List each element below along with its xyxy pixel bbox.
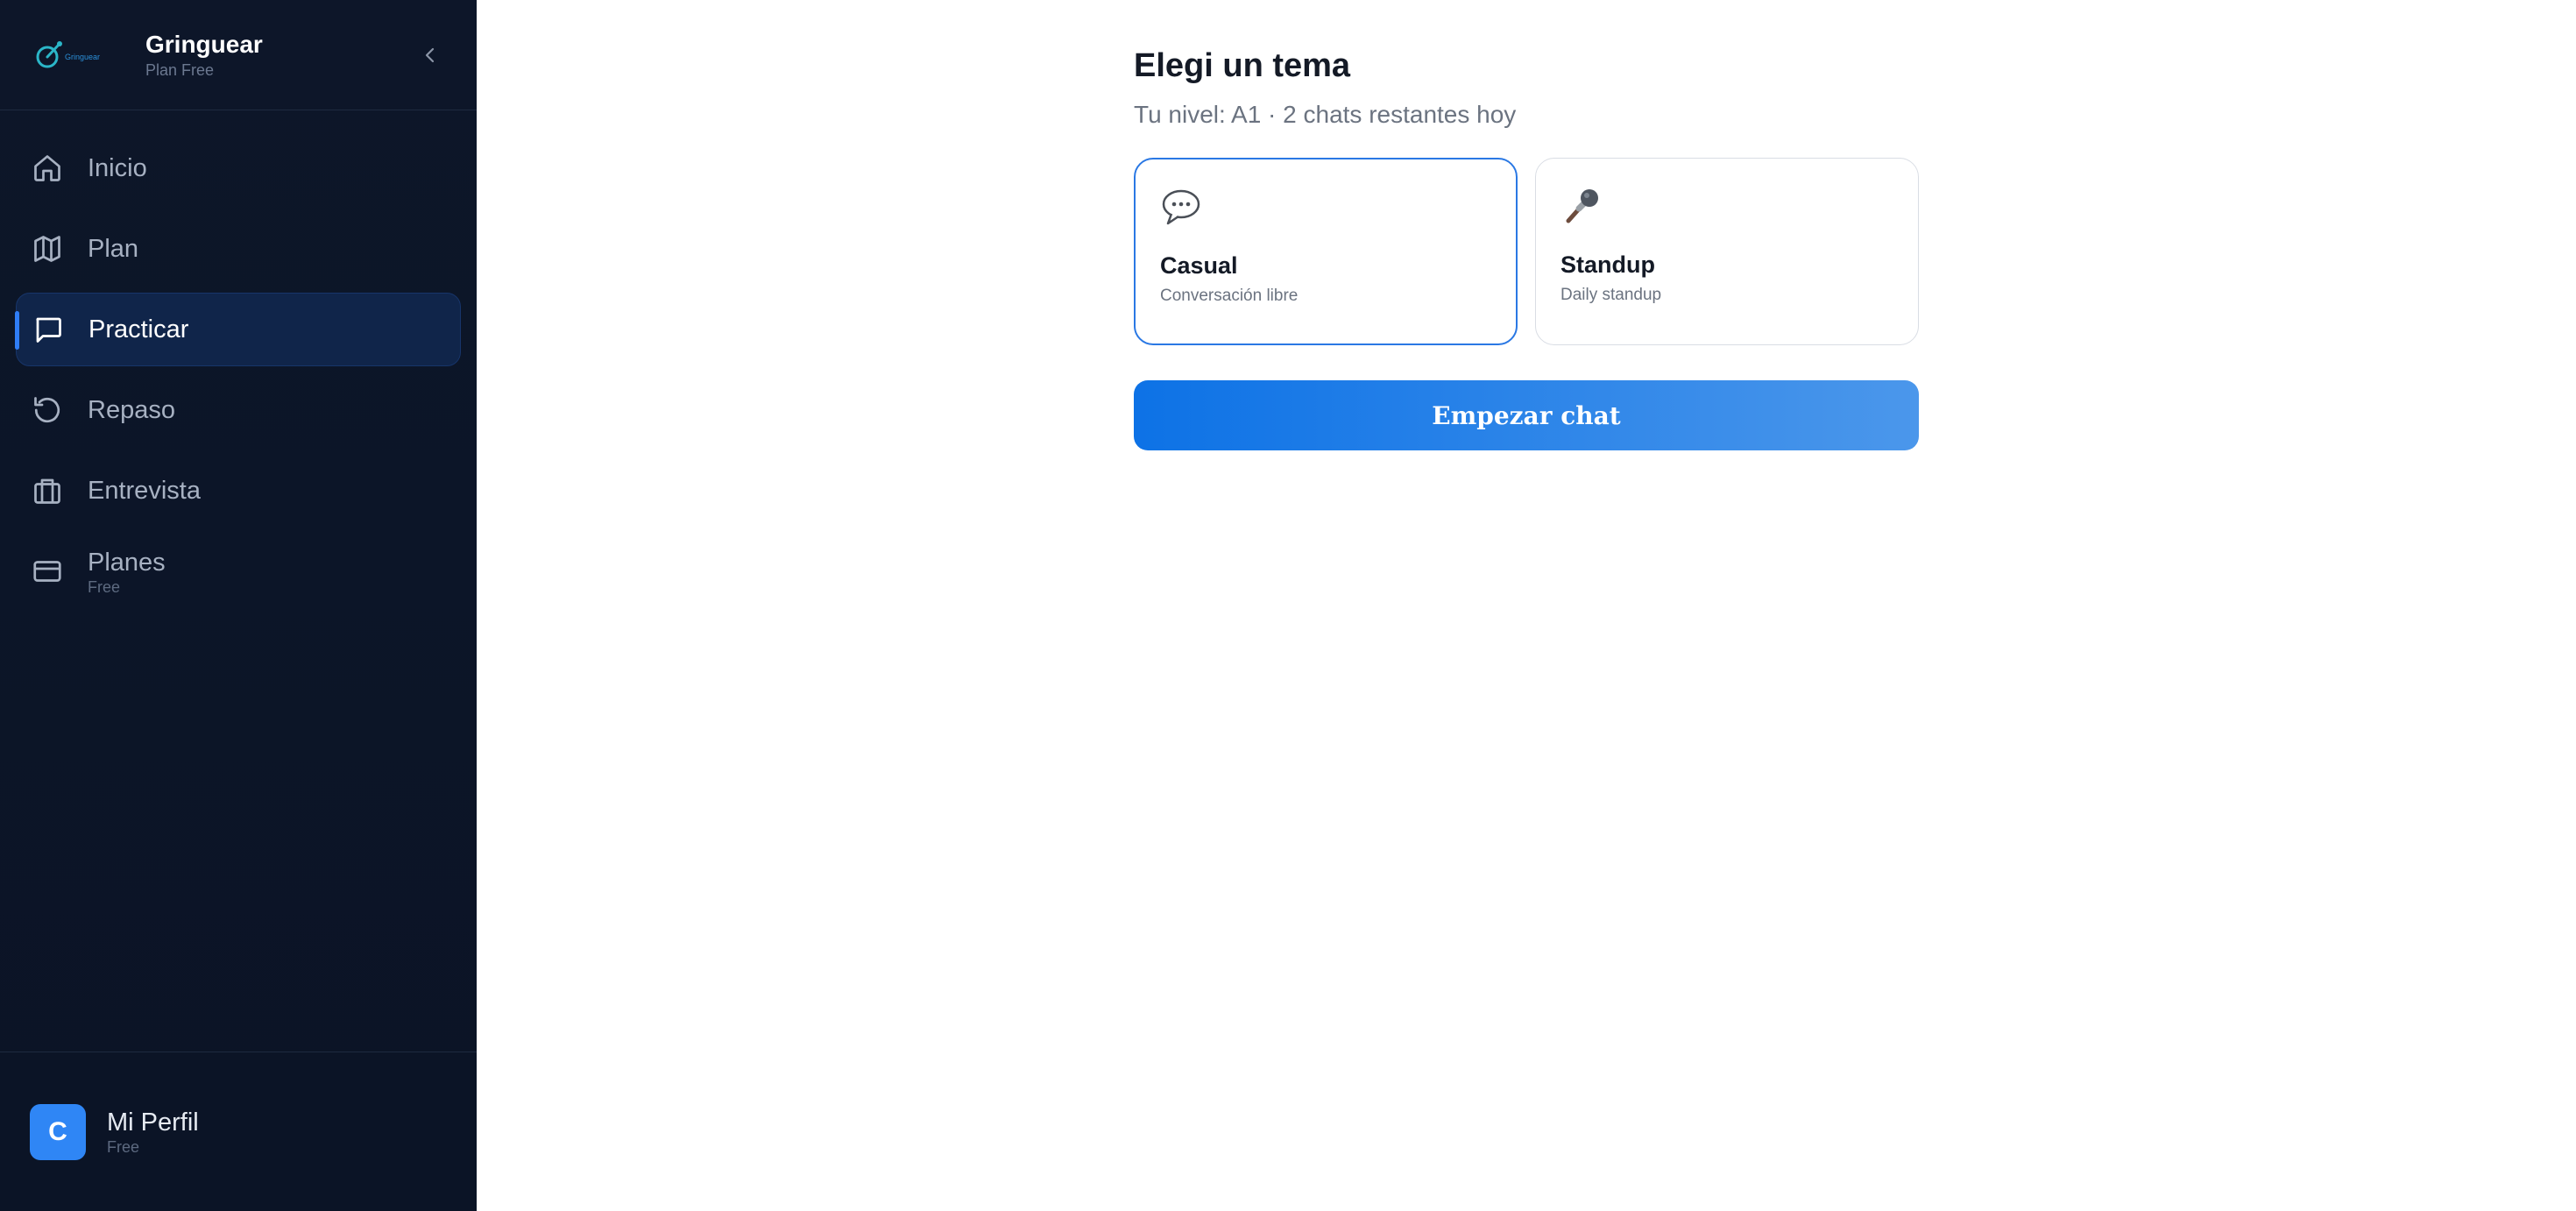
home-icon (30, 151, 65, 186)
page-title: Elegi un tema (1134, 47, 1351, 84)
topic-picker: Elegi un tema Tu nivel: A1 · 2 chats res… (1134, 44, 1919, 450)
chat-icon (31, 312, 66, 347)
page-subtitle: Tu nivel: A1 · 2 chats restantes hoy (1134, 101, 1517, 128)
sidebar-item-planes[interactable]: Planes Free (16, 535, 461, 608)
profile-name: Mi Perfil (107, 1108, 199, 1137)
topic-cards: Casual Conversación libre Standup Daily … (1134, 158, 1919, 345)
sidebar-item-entrevista[interactable]: Entrevista (16, 454, 461, 528)
history-icon (30, 393, 65, 428)
brand-plan: Plan Free (145, 60, 215, 79)
main-content: Elegi un tema Tu nivel: A1 · 2 chats res… (477, 0, 2576, 1211)
microphone-icon (1560, 185, 1603, 227)
sidebar-item-label: Planes (88, 549, 166, 577)
brand-name: Gringuear (145, 30, 263, 58)
topic-title: Casual (1160, 252, 1238, 279)
sidebar-item-label: Repaso (88, 396, 175, 424)
sidebar-item-plan[interactable]: Plan (16, 212, 461, 286)
sidebar-item-sublabel: Free (88, 578, 121, 596)
sidebar-item-repaso[interactable]: Repaso (16, 373, 461, 447)
topic-card-casual[interactable]: Casual Conversación libre (1134, 158, 1518, 345)
topic-title: Standup (1560, 251, 1655, 278)
topic-description: Conversación libre (1160, 287, 1299, 305)
sidebar-nav: Inicio Plan Practicar Repaso Entrevista … (0, 110, 477, 608)
sidebar-item-label: Plan (88, 235, 139, 263)
sidebar: Gringuear Gringuear Plan Free Inicio Pla… (0, 0, 477, 1211)
profile-plan: Free (107, 1137, 140, 1156)
credit-card-icon (30, 554, 65, 589)
collapse-sidebar-button[interactable] (417, 42, 443, 68)
chevron-left-icon (425, 47, 435, 63)
sidebar-header: Gringuear Gringuear Plan Free (0, 0, 477, 110)
logo-text: Gringuear (65, 53, 100, 61)
start-chat-button[interactable]: Empezar chat (1134, 380, 1919, 450)
sidebar-item-label: Inicio (88, 154, 147, 182)
app-logo[interactable]: Gringuear (30, 34, 117, 76)
topic-description: Daily standup (1560, 286, 1662, 304)
sidebar-item-inicio[interactable]: Inicio (16, 131, 461, 205)
avatar[interactable]: C (30, 1103, 86, 1160)
briefcase-icon (30, 473, 65, 508)
sidebar-item-label: Entrevista (88, 477, 201, 505)
map-icon (30, 231, 65, 266)
sidebar-item-label: Practicar (88, 315, 189, 343)
profile-section[interactable]: C Mi Perfil Free (0, 1052, 477, 1211)
sidebar-item-practicar[interactable]: Practicar (15, 293, 461, 366)
topic-card-standup[interactable]: Standup Daily standup (1535, 158, 1919, 345)
speech-bubble-icon (1160, 186, 1202, 228)
brand: Gringuear Plan Free (145, 30, 263, 81)
